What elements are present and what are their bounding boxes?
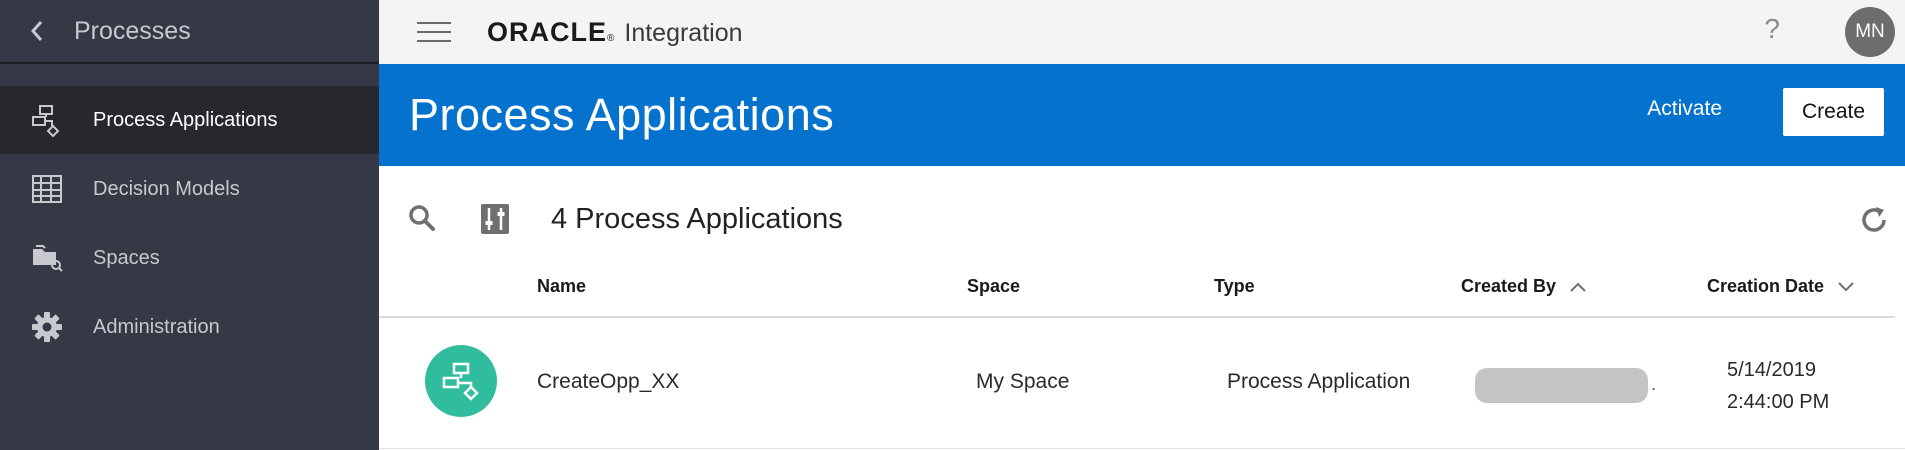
row-name[interactable]: CreateOpp_XX [537,370,679,394]
column-header-name[interactable]: Name [537,276,586,297]
sidebar-nav: Process Applications Decision Models Spa… [0,86,379,361]
help-icon[interactable]: ? [1764,13,1780,45]
sidebar-header: Processes [0,0,379,64]
create-button[interactable]: Create [1783,88,1884,136]
sidebar: Processes Process Applications Decision … [0,0,379,450]
sort-ascending-icon [1570,282,1586,292]
back-chevron-icon[interactable] [0,19,74,43]
created-by-suffix: . [1651,374,1657,394]
column-header-label: Created By [1461,276,1557,296]
process-app-icon [425,345,497,417]
page-header: Process Applications Activate Create [379,64,1905,166]
row-creation-date: 5/14/2019 2:44:00 PM [1727,354,1829,418]
user-avatar[interactable]: MN [1845,7,1895,57]
column-header-label: Creation Date [1707,276,1825,296]
brand-trademark: ® [607,32,615,44]
page-title: Process Applications [409,89,835,140]
column-header-label: Space [967,276,1021,296]
row-date: 5/14/2019 [1727,359,1816,381]
sidebar-item-label: Process Applications [93,108,278,131]
sidebar-item-decision-models[interactable]: Decision Models [0,155,379,223]
column-header-creation-date[interactable]: Creation Date [1707,276,1854,297]
search-icon[interactable] [408,204,436,237]
column-header-label: Name [537,276,587,296]
table-header: Name Space Type Created By Creation Date [379,274,1895,318]
hamburger-menu-icon[interactable] [417,15,451,49]
row-space: My Space [976,370,1070,393]
sidebar-item-spaces[interactable]: Spaces [0,224,379,292]
sidebar-item-label: Spaces [93,246,160,269]
sidebar-item-label: Administration [93,315,220,338]
list-toolbar: 4 Process Applications [379,166,1905,274]
column-header-space[interactable]: Space [967,276,1020,297]
brand-name: ORACLE [487,16,607,47]
gear-icon [0,311,93,343]
activate-button[interactable]: Activate [1641,96,1728,122]
results-count: 4 Process Applications [551,203,843,235]
column-header-label: Type [1214,276,1255,296]
row-time: 2:44:00 PM [1727,391,1830,413]
product-name: Integration [624,18,743,47]
column-header-type[interactable]: Type [1214,276,1255,297]
sidebar-item-label: Decision Models [93,177,240,200]
top-bar: ORACLE ® Integration ? MN [379,0,1905,64]
refresh-icon[interactable] [1859,205,1889,240]
spaces-folder-icon [0,243,93,273]
table-grid-icon [0,174,93,204]
row-type: Process Application [1227,370,1411,393]
sidebar-title: Processes [74,16,191,45]
table-row[interactable]: CreateOpp_XX My Space Process Applicatio… [379,318,1905,449]
redacted-created-by [1475,368,1648,403]
column-header-created-by[interactable]: Created By [1461,276,1586,297]
process-app-icon [0,103,93,137]
sort-descending-icon [1838,281,1854,292]
filter-sliders-icon[interactable] [481,204,509,239]
oracle-logo: ORACLE ® Integration [487,17,743,48]
sidebar-item-administration[interactable]: Administration [0,293,379,361]
sidebar-item-process-applications[interactable]: Process Applications [0,86,379,154]
